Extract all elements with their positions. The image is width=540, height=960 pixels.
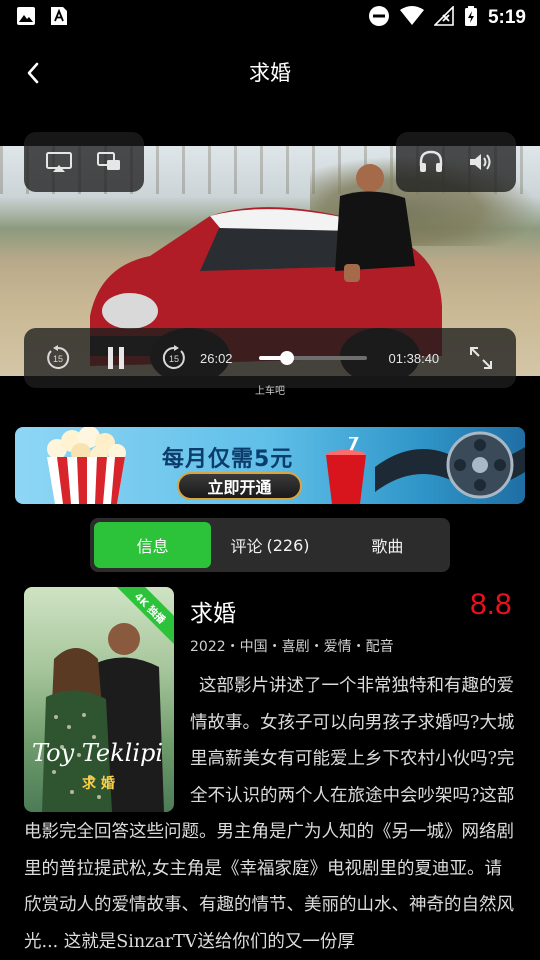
banner-title: 每月仅需5元: [162, 447, 294, 472]
cast-controls: [24, 132, 144, 192]
fullscreen-icon: [470, 347, 493, 369]
pause-button[interactable]: [96, 338, 136, 378]
volume-button[interactable]: [461, 142, 501, 182]
tab-label: 信息: [136, 537, 169, 556]
airplay-button[interactable]: [39, 142, 79, 182]
movie-title: 求婚: [190, 601, 236, 627]
promo-banner[interactable]: 每月仅需5元 立即开通: [15, 427, 525, 504]
volume-icon: [470, 154, 491, 170]
status-time: 5:19: [487, 7, 526, 28]
gallery-icon: [16, 6, 36, 30]
tab-label: 歌曲: [371, 537, 404, 556]
airplay-icon: [46, 152, 72, 172]
headphones-icon: [419, 150, 443, 172]
pip-button[interactable]: [89, 142, 129, 182]
video-subtitle: 上车吧: [255, 386, 285, 397]
rewind-15-icon: 15: [47, 345, 70, 369]
back-button[interactable]: [18, 58, 48, 88]
movie-rating: 8.8: [470, 588, 512, 621]
float-spacer: [24, 668, 190, 814]
subscribe-button[interactable]: 立即开通: [177, 472, 302, 500]
popcorn-icon: [47, 427, 126, 504]
signal-icon: [433, 5, 454, 30]
current-time: 26:02: [200, 350, 233, 366]
text-icon: [50, 6, 68, 30]
audio-track-button[interactable]: [411, 142, 451, 182]
tab-info[interactable]: 信息: [94, 522, 212, 568]
audio-controls: [396, 132, 516, 192]
movie-meta: 2022・中国・喜剧・爱情・配音: [190, 639, 394, 655]
picture-in-picture-icon: [97, 152, 120, 170]
battery-icon: [464, 5, 478, 31]
seek-bar[interactable]: [258, 351, 367, 365]
tab-label: 评论: [230, 537, 263, 556]
pause-icon: [108, 347, 124, 369]
forward-15-icon: 15: [162, 345, 185, 369]
top-app-bar: 求婚: [0, 44, 540, 100]
playback-controls: 15 15 26:02 01:38:40: [24, 328, 516, 388]
svg-text:15: 15: [53, 354, 63, 364]
total-time: 01:38:40: [388, 350, 440, 366]
tab-comments[interactable]: 评论 (226): [211, 522, 328, 568]
rewind-15-button[interactable]: 15: [38, 338, 78, 378]
page-title: 求婚: [249, 61, 291, 85]
dnd-icon: [368, 5, 390, 31]
film-reel-icon: [375, 431, 525, 499]
seek-bar-thumb[interactable]: [279, 351, 294, 365]
fullscreen-button[interactable]: [461, 338, 501, 378]
soda-cup-icon: [326, 437, 366, 504]
wifi-icon: [399, 6, 424, 30]
forward-15-button[interactable]: 15: [154, 338, 194, 378]
chevron-left-icon: [27, 62, 39, 84]
svg-text:15: 15: [169, 354, 179, 364]
tab-count: (226): [266, 535, 310, 555]
tab-songs[interactable]: 歌曲: [329, 522, 446, 568]
movie-description: 这部影片讲述了一个非常独特和有趣的爱情故事。女孩子可以向男孩子求婚吗?大城里高薪…: [24, 668, 518, 960]
detail-tabs: 信息 评论 (226) 歌曲: [90, 518, 450, 572]
status-bar: 5:19: [0, 0, 540, 36]
